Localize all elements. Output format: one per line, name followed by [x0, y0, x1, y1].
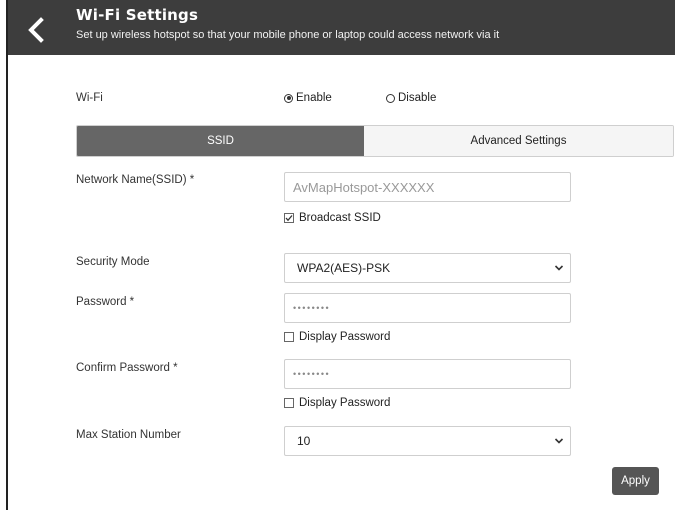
display-password-label: Display Password — [299, 331, 391, 343]
chevron-down-icon — [554, 265, 564, 271]
settings-panel: Wi-Fi Settings Set up wireless hotspot s… — [6, 0, 675, 510]
wifi-enable-radio[interactable]: Enable — [284, 92, 332, 104]
checkbox-checked-icon — [284, 213, 294, 223]
display-password-checkbox-2[interactable]: Display Password — [284, 397, 390, 409]
broadcast-ssid-label: Broadcast SSID — [299, 212, 381, 224]
security-mode-value: WPA2(AES)-PSK — [297, 261, 391, 275]
max-station-value: 10 — [297, 434, 311, 448]
password-label: Password * — [76, 296, 135, 308]
settings-tabs: SSID Advanced Settings — [76, 125, 674, 157]
checkbox-unchecked-icon — [284, 398, 294, 408]
page-title: Wi-Fi Settings — [76, 6, 199, 24]
max-station-select[interactable]: 10 — [284, 426, 571, 456]
tab-ssid[interactable]: SSID — [77, 126, 364, 156]
radio-selected-icon — [284, 93, 293, 103]
wifi-disable-radio[interactable]: Disable — [386, 92, 436, 104]
confirm-password-label: Confirm Password * — [76, 362, 178, 374]
max-station-label: Max Station Number — [76, 429, 181, 441]
security-mode-select[interactable]: WPA2(AES)-PSK — [284, 253, 571, 283]
chevron-down-icon — [554, 438, 564, 444]
checkbox-unchecked-icon — [284, 332, 294, 342]
wifi-disable-label: Disable — [398, 92, 437, 104]
broadcast-ssid-checkbox[interactable]: Broadcast SSID — [284, 212, 381, 224]
ssid-label: Network Name(SSID) * — [76, 174, 195, 186]
tab-advanced-settings[interactable]: Advanced Settings — [364, 126, 673, 156]
page-header: Wi-Fi Settings Set up wireless hotspot s… — [8, 0, 675, 55]
security-mode-label: Security Mode — [76, 256, 150, 268]
wifi-enable-label: Enable — [296, 92, 332, 104]
wifi-label: Wi-Fi — [76, 92, 103, 104]
apply-button[interactable]: Apply — [612, 467, 659, 495]
display-password-label-2: Display Password — [299, 397, 391, 409]
display-password-checkbox[interactable]: Display Password — [284, 331, 390, 343]
confirm-password-input[interactable]: •••••••• — [284, 359, 571, 389]
ssid-input[interactable]: AvMapHotspot-XXXXXX — [284, 172, 571, 202]
page-subtitle: Set up wireless hotspot so that your mob… — [76, 29, 500, 41]
back-button[interactable] — [12, 10, 60, 50]
chevron-left-icon — [28, 17, 44, 43]
password-input[interactable]: •••••••• — [284, 293, 571, 323]
radio-unselected-icon — [386, 93, 395, 103]
